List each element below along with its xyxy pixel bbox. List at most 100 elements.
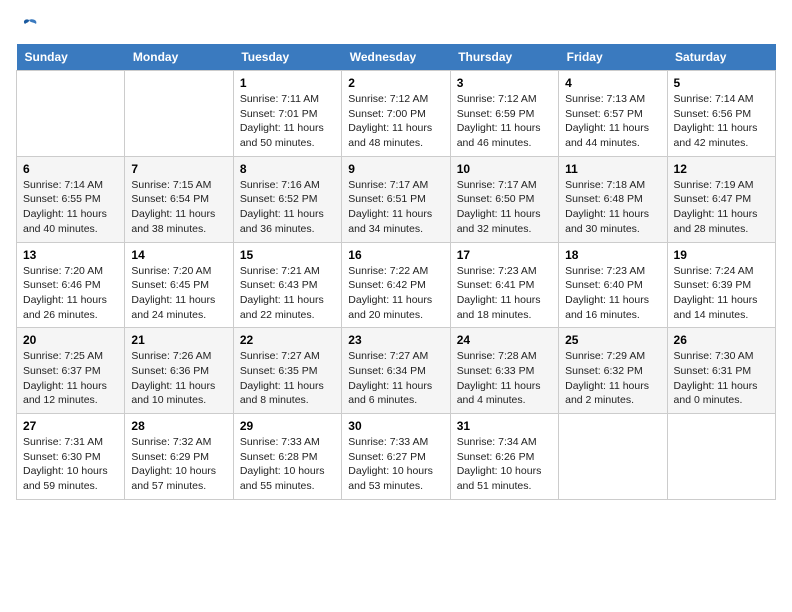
day-number: 6 (23, 162, 118, 176)
day-number: 25 (565, 333, 660, 347)
day-number: 9 (348, 162, 443, 176)
calendar-week-1: 1 Sunrise: 7:11 AM Sunset: 7:01 PM Daylig… (17, 71, 776, 157)
day-info: Sunrise: 7:27 AM Sunset: 6:34 PM Dayligh… (348, 349, 443, 408)
day-info: Sunrise: 7:23 AM Sunset: 6:40 PM Dayligh… (565, 264, 660, 323)
column-header-tuesday: Tuesday (233, 44, 341, 71)
calendar-header-row: SundayMondayTuesdayWednesdayThursdayFrid… (17, 44, 776, 71)
calendar-cell: 11 Sunrise: 7:18 AM Sunset: 6:48 PM Dayli… (559, 156, 667, 242)
calendar-cell (667, 414, 775, 500)
day-info: Sunrise: 7:33 AM Sunset: 6:28 PM Dayligh… (240, 435, 335, 494)
day-info: Sunrise: 7:31 AM Sunset: 6:30 PM Dayligh… (23, 435, 118, 494)
calendar-week-2: 6 Sunrise: 7:14 AM Sunset: 6:55 PM Daylig… (17, 156, 776, 242)
day-info: Sunrise: 7:12 AM Sunset: 6:59 PM Dayligh… (457, 92, 552, 151)
calendar-cell: 19 Sunrise: 7:24 AM Sunset: 6:39 PM Dayli… (667, 242, 775, 328)
day-number: 10 (457, 162, 552, 176)
day-info: Sunrise: 7:11 AM Sunset: 7:01 PM Dayligh… (240, 92, 335, 151)
calendar-cell: 24 Sunrise: 7:28 AM Sunset: 6:33 PM Dayli… (450, 328, 558, 414)
day-info: Sunrise: 7:24 AM Sunset: 6:39 PM Dayligh… (674, 264, 769, 323)
column-header-saturday: Saturday (667, 44, 775, 71)
calendar-cell: 30Sunrise: 7:33 AM Sunset: 6:27 PM Dayli… (342, 414, 450, 500)
day-info: Sunrise: 7:20 AM Sunset: 6:45 PM Dayligh… (131, 264, 226, 323)
calendar-cell: 21 Sunrise: 7:26 AM Sunset: 6:36 PM Dayli… (125, 328, 233, 414)
day-number: 26 (674, 333, 769, 347)
day-number: 11 (565, 162, 660, 176)
calendar-cell: 13 Sunrise: 7:20 AM Sunset: 6:46 PM Dayli… (17, 242, 125, 328)
day-info: Sunrise: 7:25 AM Sunset: 6:37 PM Dayligh… (23, 349, 118, 408)
calendar-cell (17, 71, 125, 157)
day-number: 13 (23, 248, 118, 262)
column-header-friday: Friday (559, 44, 667, 71)
day-info: Sunrise: 7:34 AM Sunset: 6:26 PM Dayligh… (457, 435, 552, 494)
calendar-cell: 5Sunrise: 7:14 AM Sunset: 6:56 PM Daylig… (667, 71, 775, 157)
day-number: 21 (131, 333, 226, 347)
day-number: 23 (348, 333, 443, 347)
calendar-cell: 28Sunrise: 7:32 AM Sunset: 6:29 PM Dayli… (125, 414, 233, 500)
calendar-cell: 20Sunrise: 7:25 AM Sunset: 6:37 PM Dayli… (17, 328, 125, 414)
calendar-cell: 8 Sunrise: 7:16 AM Sunset: 6:52 PM Daylig… (233, 156, 341, 242)
calendar-week-5: 27 Sunrise: 7:31 AM Sunset: 6:30 PM Dayli… (17, 414, 776, 500)
day-info: Sunrise: 7:14 AM Sunset: 6:55 PM Dayligh… (23, 178, 118, 237)
calendar-cell: 25 Sunrise: 7:29 AM Sunset: 6:32 PM Dayli… (559, 328, 667, 414)
day-info: Sunrise: 7:21 AM Sunset: 6:43 PM Dayligh… (240, 264, 335, 323)
calendar-cell: 10 Sunrise: 7:17 AM Sunset: 6:50 PM Dayli… (450, 156, 558, 242)
day-number: 30 (348, 419, 443, 433)
day-number: 4 (565, 76, 660, 90)
calendar-cell (125, 71, 233, 157)
day-number: 31 (457, 419, 552, 433)
day-info: Sunrise: 7:17 AM Sunset: 6:51 PM Dayligh… (348, 178, 443, 237)
calendar-cell: 14 Sunrise: 7:20 AM Sunset: 6:45 PM Dayli… (125, 242, 233, 328)
calendar-cell: 7 Sunrise: 7:15 AM Sunset: 6:54 PM Daylig… (125, 156, 233, 242)
day-number: 1 (240, 76, 335, 90)
day-number: 19 (674, 248, 769, 262)
day-info: Sunrise: 7:29 AM Sunset: 6:32 PM Dayligh… (565, 349, 660, 408)
day-number: 8 (240, 162, 335, 176)
page-header (16, 16, 776, 34)
day-number: 24 (457, 333, 552, 347)
day-info: Sunrise: 7:12 AM Sunset: 7:00 PM Dayligh… (348, 92, 443, 151)
day-info: Sunrise: 7:15 AM Sunset: 6:54 PM Dayligh… (131, 178, 226, 237)
column-header-monday: Monday (125, 44, 233, 71)
day-number: 7 (131, 162, 226, 176)
column-header-thursday: Thursday (450, 44, 558, 71)
day-number: 14 (131, 248, 226, 262)
calendar-cell: 31 Sunrise: 7:34 AM Sunset: 6:26 PM Dayli… (450, 414, 558, 500)
day-info: Sunrise: 7:20 AM Sunset: 6:46 PM Dayligh… (23, 264, 118, 323)
day-info: Sunrise: 7:19 AM Sunset: 6:47 PM Dayligh… (674, 178, 769, 237)
day-info: Sunrise: 7:23 AM Sunset: 6:41 PM Dayligh… (457, 264, 552, 323)
day-number: 16 (348, 248, 443, 262)
day-number: 5 (674, 76, 769, 90)
calendar-cell: 12Sunrise: 7:19 AM Sunset: 6:47 PM Dayli… (667, 156, 775, 242)
calendar-cell: 2 Sunrise: 7:12 AM Sunset: 7:00 PM Daylig… (342, 71, 450, 157)
calendar-cell: 26 Sunrise: 7:30 AM Sunset: 6:31 PM Dayli… (667, 328, 775, 414)
day-number: 29 (240, 419, 335, 433)
day-info: Sunrise: 7:17 AM Sunset: 6:50 PM Dayligh… (457, 178, 552, 237)
calendar-week-4: 20Sunrise: 7:25 AM Sunset: 6:37 PM Dayli… (17, 328, 776, 414)
calendar-cell: 6 Sunrise: 7:14 AM Sunset: 6:55 PM Daylig… (17, 156, 125, 242)
day-info: Sunrise: 7:16 AM Sunset: 6:52 PM Dayligh… (240, 178, 335, 237)
column-header-sunday: Sunday (17, 44, 125, 71)
calendar-cell: 23 Sunrise: 7:27 AM Sunset: 6:34 PM Dayli… (342, 328, 450, 414)
day-number: 17 (457, 248, 552, 262)
calendar-cell: 17 Sunrise: 7:23 AM Sunset: 6:41 PM Dayli… (450, 242, 558, 328)
day-info: Sunrise: 7:22 AM Sunset: 6:42 PM Dayligh… (348, 264, 443, 323)
day-number: 27 (23, 419, 118, 433)
day-info: Sunrise: 7:13 AM Sunset: 6:57 PM Dayligh… (565, 92, 660, 151)
day-info: Sunrise: 7:27 AM Sunset: 6:35 PM Dayligh… (240, 349, 335, 408)
logo (16, 16, 40, 34)
calendar-cell: 3Sunrise: 7:12 AM Sunset: 6:59 PM Daylig… (450, 71, 558, 157)
calendar-cell: 15Sunrise: 7:21 AM Sunset: 6:43 PM Dayli… (233, 242, 341, 328)
day-info: Sunrise: 7:28 AM Sunset: 6:33 PM Dayligh… (457, 349, 552, 408)
calendar-cell: 22Sunrise: 7:27 AM Sunset: 6:35 PM Dayli… (233, 328, 341, 414)
logo-bird-icon (18, 16, 40, 38)
day-info: Sunrise: 7:30 AM Sunset: 6:31 PM Dayligh… (674, 349, 769, 408)
calendar-cell: 16 Sunrise: 7:22 AM Sunset: 6:42 PM Dayli… (342, 242, 450, 328)
calendar-cell: 29 Sunrise: 7:33 AM Sunset: 6:28 PM Dayli… (233, 414, 341, 500)
day-number: 18 (565, 248, 660, 262)
calendar-cell: 18 Sunrise: 7:23 AM Sunset: 6:40 PM Dayli… (559, 242, 667, 328)
calendar-cell: 1 Sunrise: 7:11 AM Sunset: 7:01 PM Daylig… (233, 71, 341, 157)
day-info: Sunrise: 7:18 AM Sunset: 6:48 PM Dayligh… (565, 178, 660, 237)
day-number: 2 (348, 76, 443, 90)
day-info: Sunrise: 7:26 AM Sunset: 6:36 PM Dayligh… (131, 349, 226, 408)
calendar-cell: 9 Sunrise: 7:17 AM Sunset: 6:51 PM Daylig… (342, 156, 450, 242)
calendar-cell: 4 Sunrise: 7:13 AM Sunset: 6:57 PM Daylig… (559, 71, 667, 157)
